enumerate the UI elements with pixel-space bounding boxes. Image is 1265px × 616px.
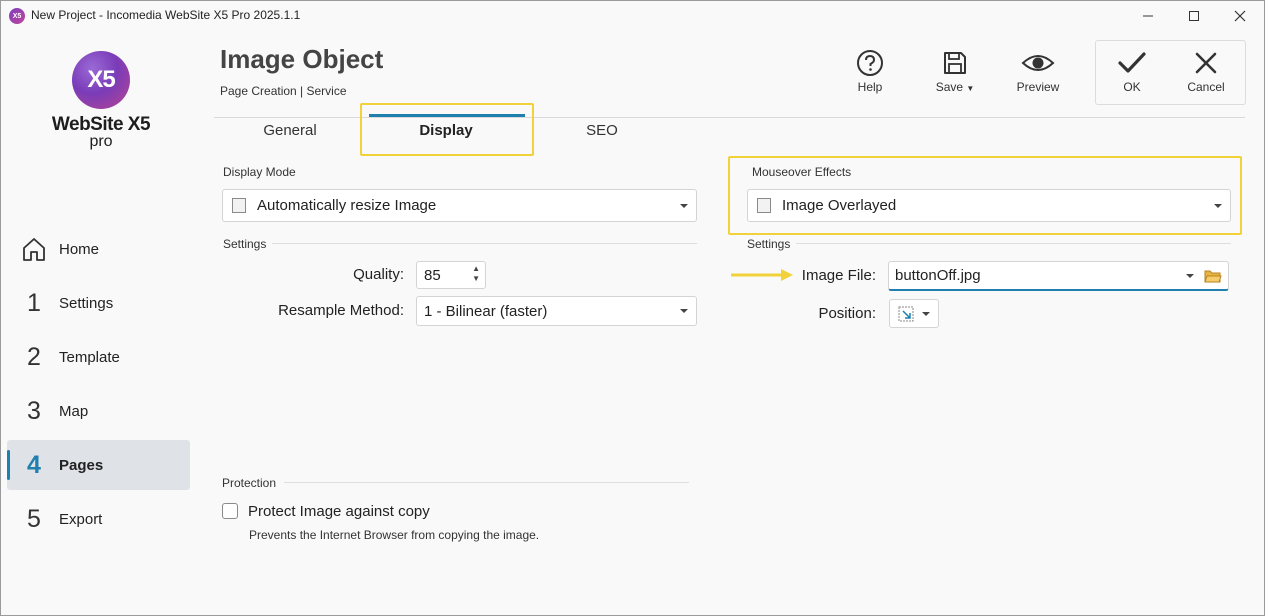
page-title: Image Object bbox=[220, 44, 384, 74]
breadcrumb: Page Creation | Service bbox=[220, 84, 347, 98]
website-x5-logo: X5 bbox=[72, 51, 130, 109]
preview-label: Preview bbox=[1016, 80, 1060, 94]
image-file-input[interactable]: buttonOff.jpg bbox=[888, 261, 1229, 291]
step-number: 2 bbox=[27, 342, 41, 371]
sidebar-item-label: Template bbox=[59, 348, 120, 366]
close-icon[interactable] bbox=[1217, 0, 1263, 32]
chevron-down-icon bbox=[680, 309, 688, 313]
sidebar-item-home[interactable]: Home bbox=[7, 224, 190, 274]
eye-icon bbox=[1008, 46, 1068, 80]
help-icon bbox=[840, 46, 900, 80]
chevron-down-icon bbox=[922, 311, 930, 316]
settings-group-label: Settings bbox=[223, 237, 267, 251]
group-divider bbox=[284, 482, 689, 483]
cancel-x-icon bbox=[1176, 46, 1236, 80]
group-divider bbox=[272, 243, 697, 244]
sidebar-item-label: Settings bbox=[59, 294, 114, 312]
position-select[interactable] bbox=[889, 299, 939, 328]
image-file-label: Image File: bbox=[801, 267, 876, 284]
mouseover-highlight-box bbox=[728, 156, 1242, 235]
title-bar: X5 New Project - Incomedia WebSite X5 Pr… bbox=[0, 0, 1265, 32]
help-button[interactable]: Help bbox=[840, 46, 900, 100]
ok-button[interactable]: OK bbox=[1102, 46, 1162, 100]
quality-stepper[interactable]: 85 ▲ ▼ bbox=[416, 261, 486, 289]
ok-label: OK bbox=[1123, 80, 1141, 94]
step-number: 3 bbox=[27, 396, 41, 425]
position-bottom-right-icon bbox=[898, 306, 914, 326]
logo-edition: pro bbox=[89, 133, 113, 150]
step-number: 1 bbox=[27, 288, 41, 317]
image-resize-icon bbox=[232, 198, 246, 213]
resample-method-label: Resample Method: bbox=[278, 302, 404, 319]
tab-seo[interactable]: SEO bbox=[542, 122, 662, 139]
cancel-label: Cancel bbox=[1187, 80, 1225, 94]
minimize-icon[interactable] bbox=[1125, 0, 1171, 32]
sidebar-item-label: Pages bbox=[59, 456, 104, 474]
resample-method-value: 1 - Bilinear (faster) bbox=[424, 302, 548, 320]
spinner-arrows-icon[interactable]: ▲ ▼ bbox=[472, 264, 480, 284]
tab-general[interactable]: General bbox=[230, 122, 350, 139]
settings-group-label: Settings bbox=[747, 237, 791, 251]
preview-button[interactable]: Preview bbox=[1008, 46, 1068, 100]
resample-method-select[interactable]: 1 - Bilinear (faster) bbox=[416, 296, 697, 326]
maximize-icon[interactable] bbox=[1171, 0, 1217, 32]
window-title: New Project - Incomedia WebSite X5 Pro 2… bbox=[31, 8, 301, 22]
save-button[interactable]: Save ▼ bbox=[925, 46, 985, 100]
home-icon bbox=[21, 236, 47, 267]
sidebar-item-map[interactable]: 3 Map bbox=[7, 386, 190, 436]
chevron-down-icon bbox=[680, 203, 688, 208]
quality-value: 85 bbox=[424, 266, 441, 284]
step-number: 4 bbox=[27, 450, 41, 479]
checkmark-icon bbox=[1102, 46, 1162, 80]
protection-group-label: Protection bbox=[222, 476, 277, 490]
sidebar-item-settings[interactable]: 1 Settings bbox=[7, 278, 190, 328]
folder-open-icon[interactable] bbox=[1204, 268, 1222, 288]
step-number: 5 bbox=[27, 504, 41, 533]
cancel-button[interactable]: Cancel bbox=[1176, 46, 1236, 100]
chevron-down-icon[interactable] bbox=[1186, 273, 1194, 278]
save-label: Save bbox=[935, 80, 964, 94]
group-divider bbox=[796, 243, 1231, 244]
position-label: Position: bbox=[818, 305, 876, 322]
sidebar-item-label: Home bbox=[59, 240, 100, 258]
app-logo-icon: X5 bbox=[9, 8, 25, 24]
help-label: Help bbox=[857, 80, 883, 94]
protect-image-description: Prevents the Internet Browser from copyi… bbox=[249, 528, 540, 542]
chevron-down-icon: ▼ bbox=[966, 84, 975, 93]
protect-image-checkbox[interactable] bbox=[222, 503, 238, 519]
display-mode-group-label: Display Mode bbox=[223, 165, 296, 179]
sidebar-item-export[interactable]: 5 Export bbox=[7, 494, 190, 544]
sidebar-item-label: Map bbox=[59, 402, 89, 420]
quality-label: Quality: bbox=[353, 266, 404, 283]
save-icon bbox=[925, 46, 985, 80]
protect-image-checkbox-label[interactable]: Protect Image against copy bbox=[248, 503, 430, 520]
display-mode-value: Automatically resize Image bbox=[257, 197, 437, 214]
sidebar-item-pages[interactable]: 4 Pages bbox=[7, 440, 190, 490]
sidebar-item-template[interactable]: 2 Template bbox=[7, 332, 190, 382]
display-mode-select[interactable]: Automatically resize Image bbox=[222, 189, 697, 222]
tab-highlight-box bbox=[360, 103, 534, 156]
sidebar-item-label: Export bbox=[59, 510, 103, 528]
image-file-value: buttonOff.jpg bbox=[895, 267, 981, 284]
